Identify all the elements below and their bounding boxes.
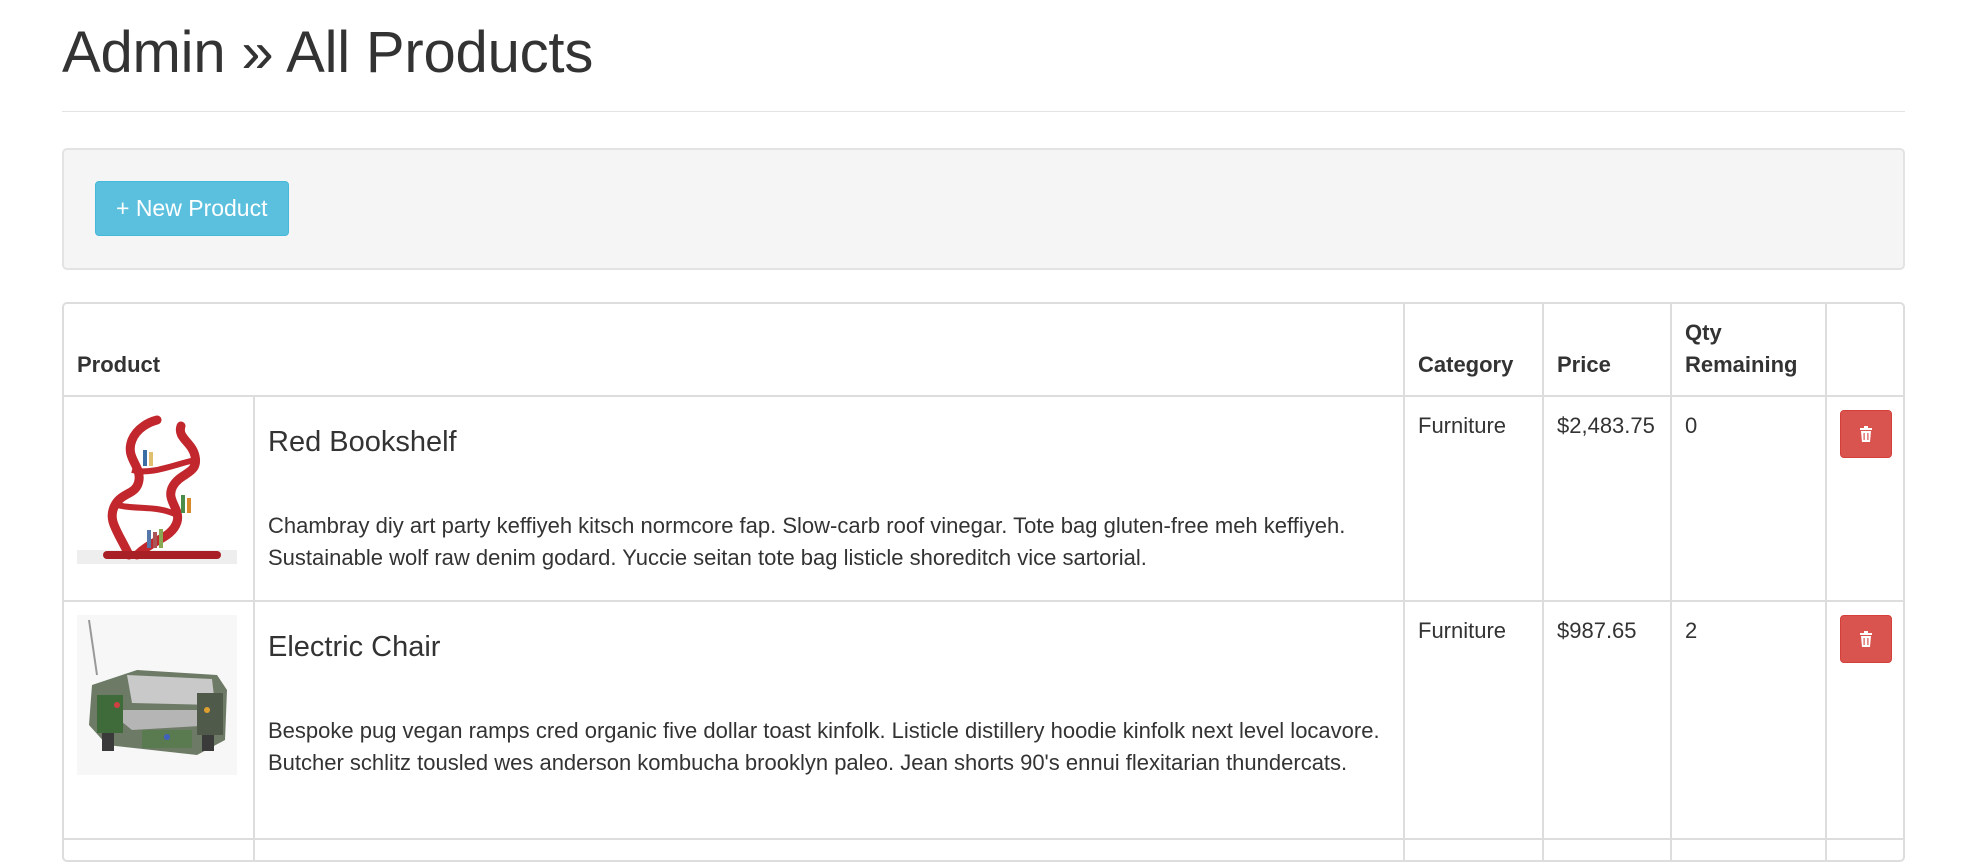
product-info-cell: Electric Chair Bespoke pug vegan ramps c… [253, 600, 1404, 839]
product-thumb-cell [64, 395, 254, 601]
table-row: Electric Chair Bespoke pug vegan ramps c… [64, 600, 1903, 839]
table-cell [1825, 838, 1903, 860]
table-row [64, 838, 1903, 860]
chair-image[interactable] [77, 615, 237, 775]
delete-product-button[interactable] [1840, 410, 1892, 458]
column-header-product: Product [77, 352, 161, 377]
table-cell [1403, 838, 1543, 860]
toolbar-well: + New Product [62, 148, 1905, 270]
table-cell [1542, 838, 1671, 860]
product-price: $2,483.75 [1542, 395, 1671, 601]
table-cell [1670, 838, 1826, 860]
product-category: Furniture [1403, 395, 1543, 601]
product-thumb-cell [64, 600, 254, 839]
product-info-cell: Red Bookshelf Chambray diy art party kef… [253, 395, 1404, 601]
product-name[interactable]: Electric Chair [268, 629, 1390, 665]
product-category: Furniture [1403, 600, 1543, 839]
table-row: Red Bookshelf Chambray diy art party kef… [64, 395, 1903, 601]
product-price: $987.65 [1542, 600, 1671, 839]
product-actions-cell [1825, 395, 1903, 601]
product-qty: 0 [1670, 395, 1826, 601]
product-description: Chambray diy art party keffiyeh kitsch n… [268, 513, 1346, 570]
trash-icon [1860, 426, 1872, 442]
page: Admin » All Products + New Product Produ… [62, 0, 1905, 862]
column-header-qty-line1: Qty [1685, 320, 1722, 345]
product-actions-cell [1825, 600, 1903, 839]
trash-icon [1860, 631, 1872, 647]
column-header-qty-line2: Remaining [1685, 352, 1798, 377]
product-name[interactable]: Red Bookshelf [268, 424, 1390, 460]
table-header-row: Product Category Price Qty Remaining [64, 304, 1903, 396]
page-title: Admin » All Products [62, 0, 1905, 112]
product-qty: 2 [1670, 600, 1826, 839]
products-table: Product Category Price Qty Remaining Red… [62, 302, 1905, 862]
bookshelf-image[interactable] [77, 410, 237, 570]
column-header-category: Category [1403, 304, 1543, 396]
table-cell [64, 838, 254, 860]
new-product-button[interactable]: + New Product [95, 181, 289, 236]
delete-product-button[interactable] [1840, 615, 1892, 663]
column-header-price: Price [1542, 304, 1671, 396]
table-cell [253, 838, 1404, 860]
product-description: Bespoke pug vegan ramps cred organic fiv… [268, 718, 1380, 775]
column-header-actions [1825, 304, 1903, 396]
column-header-qty: Qty Remaining [1670, 304, 1826, 396]
